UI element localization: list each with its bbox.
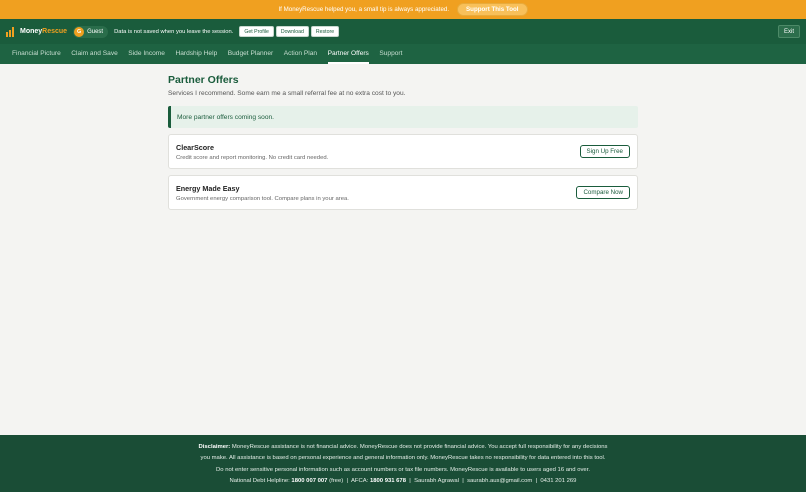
tip-banner: If MoneyRescue helped you, a small tip i… [0, 0, 806, 19]
restore-button[interactable]: Restore [310, 26, 340, 37]
contact-line: National Debt Helpline: 1800 007 007 (fr… [229, 477, 577, 484]
get-profile-button[interactable]: Get Profile [239, 26, 274, 37]
support-tool-button[interactable]: Support This Tool [457, 3, 528, 16]
tab-financial-picture[interactable]: Financial Picture [12, 44, 61, 64]
main-nav: Financial Picture Claim and Save Side In… [0, 44, 806, 64]
offer-name: Energy Made Easy [176, 183, 240, 193]
tab-side-income[interactable]: Side Income [128, 44, 165, 64]
offer-description: Government energy comparison tool. Compa… [176, 195, 349, 202]
disclaimer-line-1: Disclaimer: MoneyRescue assistance is no… [198, 444, 608, 450]
logo-icon [6, 26, 15, 37]
user-badge: G Guest [73, 25, 109, 38]
author-phone: 0431 201 269 [540, 477, 577, 484]
tab-support[interactable]: Support [379, 44, 402, 64]
offer-card-clearscore: ClearScore Credit score and report monit… [168, 134, 638, 169]
brand-logo: Money Rescue [20, 28, 68, 35]
tip-message: If MoneyRescue helped you, a small tip i… [278, 6, 450, 13]
tab-partner-offers[interactable]: Partner Offers [327, 44, 369, 64]
exit-button[interactable]: Exit [777, 25, 800, 38]
page-title: Partner Offers [168, 74, 239, 86]
sign-up-free-button[interactable]: Sign Up Free [579, 145, 630, 158]
tab-budget-planner[interactable]: Budget Planner [228, 44, 273, 64]
compare-now-button[interactable]: Compare Now [576, 186, 630, 199]
disclaimer-label: Disclaimer: [198, 444, 231, 450]
user-name: Guest [87, 28, 104, 35]
tab-claim-and-save[interactable]: Claim and Save [71, 44, 118, 64]
afca-number: 1800 931 678 [369, 477, 406, 484]
download-button[interactable]: Download [275, 26, 309, 37]
footer: Disclaimer: MoneyRescue assistance is no… [0, 435, 806, 492]
tab-action-plan[interactable]: Action Plan [284, 44, 317, 64]
session-notice: Data is not saved when you leave the ses… [114, 28, 234, 35]
author-email[interactable]: saurabh.aus@gmail.com [467, 478, 532, 484]
helpline-number: 1800 007 007 [291, 477, 328, 484]
offer-card-energy-made-easy: Energy Made Easy Government energy compa… [168, 175, 638, 210]
offer-name: ClearScore [176, 142, 214, 152]
disclaimer-line-2: you make. All assistance is based on per… [200, 455, 606, 462]
author-name: Saurabh Agrawal [414, 477, 459, 484]
main-content: Partner Offers Services I recommend. Som… [168, 74, 638, 216]
page-subtitle: Services I recommend. Some earn me a sma… [168, 90, 406, 97]
app-header: Money Rescue G Guest Data is not saved wh… [0, 19, 806, 44]
avatar: G [74, 26, 85, 37]
coming-soon-notice: More partner offers coming soon. [168, 106, 638, 128]
tab-hardship-help[interactable]: Hardship Help [175, 44, 217, 64]
offer-description: Credit score and report monitoring. No c… [176, 154, 329, 161]
disclaimer-line-3: Do not enter sensitive personal informat… [216, 466, 590, 473]
